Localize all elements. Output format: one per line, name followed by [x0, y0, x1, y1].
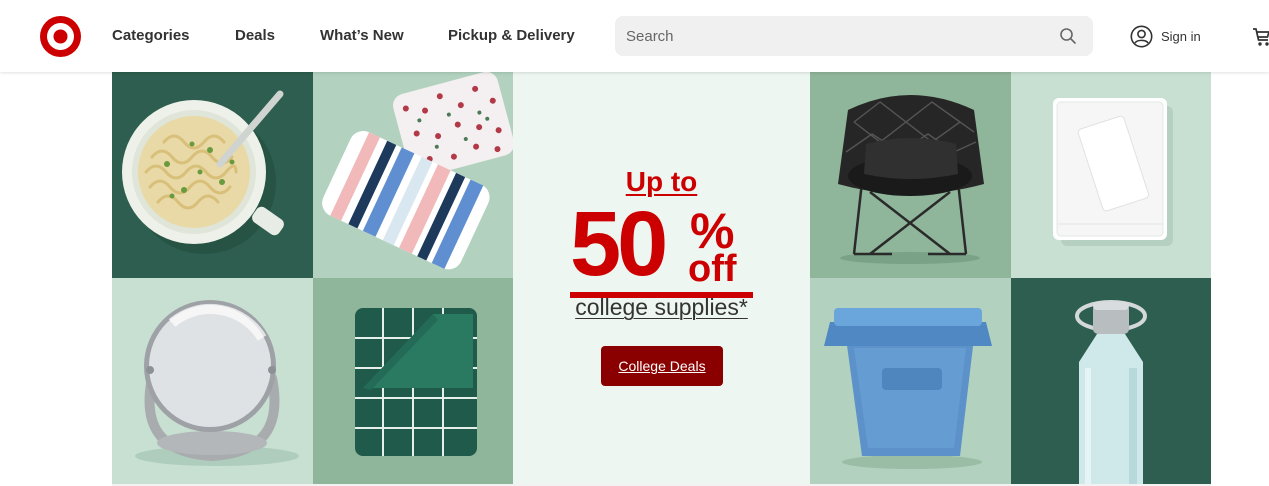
- site-header: Categories Deals What’s New Pickup & Del…: [0, 0, 1269, 72]
- search-bar: [615, 16, 1093, 56]
- hero-banner: Up to 50 % off college supplies* College…: [112, 72, 1211, 484]
- makeup-mirror-image[interactable]: [112, 278, 313, 484]
- nav-deals[interactable]: Deals: [235, 27, 275, 44]
- storage-bin-image[interactable]: [810, 278, 1011, 484]
- water-bottle-image[interactable]: [1011, 278, 1211, 484]
- search-icon[interactable]: [1059, 27, 1077, 45]
- sign-in-label: Sign in: [1161, 28, 1201, 44]
- nav-whats-new[interactable]: What’s New: [320, 27, 404, 44]
- ramen-bowl-image[interactable]: [112, 72, 313, 278]
- nav-categories[interactable]: Categories: [112, 27, 190, 44]
- folded-comforter-image[interactable]: [313, 278, 513, 484]
- nav-pickup-delivery[interactable]: Pickup & Delivery: [448, 27, 575, 44]
- search-input[interactable]: [615, 16, 1045, 56]
- promo-big-number: 50: [570, 193, 668, 295]
- bungee-chair-image[interactable]: [810, 72, 1011, 278]
- sign-in-button[interactable]: Sign in: [1130, 24, 1201, 48]
- promo-discount: 50 % off: [570, 198, 755, 298]
- target-logo[interactable]: [40, 16, 81, 57]
- account-icon: [1130, 25, 1153, 47]
- folded-sheets-image[interactable]: [1011, 72, 1211, 278]
- pillows-image[interactable]: [313, 72, 513, 278]
- promo-subtitle[interactable]: college supplies*: [513, 294, 810, 321]
- promo-panel: Up to 50 % off college supplies* College…: [513, 72, 810, 484]
- promo-off: off: [688, 248, 737, 290]
- college-deals-button[interactable]: College Deals: [601, 346, 723, 386]
- cart-icon[interactable]: [1251, 24, 1269, 48]
